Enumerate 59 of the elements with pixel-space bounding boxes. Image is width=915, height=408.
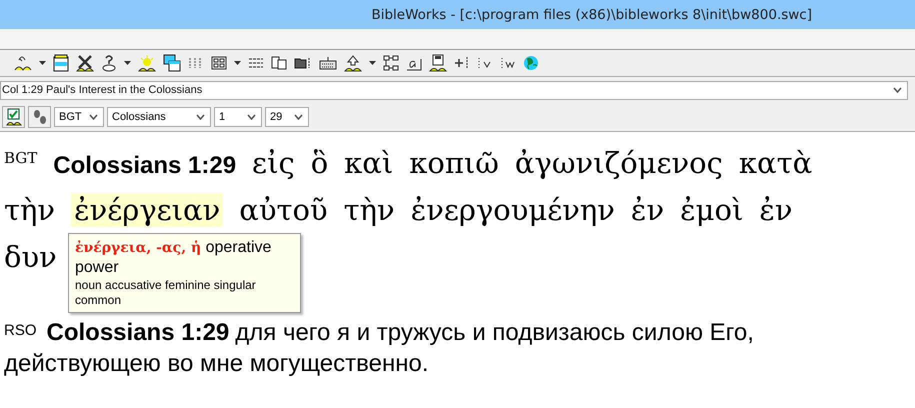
- chevron-down-icon: [89, 114, 98, 120]
- greek-word[interactable]: ἀγωνιζόμενος: [514, 146, 723, 180]
- footprints-button[interactable]: [28, 106, 51, 128]
- chevron-down-icon: [893, 87, 902, 93]
- verse-dropdown[interactable]: 29: [265, 107, 309, 127]
- tools-icon[interactable]: [76, 54, 94, 72]
- greek-word[interactable]: εἰς: [252, 146, 295, 180]
- chevron-down-icon: [247, 114, 256, 120]
- dropdown-arrow-icon[interactable]: [234, 61, 241, 65]
- greek-word[interactable]: τὴν: [4, 193, 56, 227]
- definition-text: ἐνέργεια, -ας, ἡ operative power: [75, 238, 272, 278]
- copy-icon[interactable]: [271, 56, 287, 70]
- dropdown-arrow-icon[interactable]: [39, 61, 46, 65]
- highlighted-word[interactable]: ἐνέργειαν: [71, 193, 224, 227]
- version-label: RSO: [4, 322, 37, 339]
- book-dropdown[interactable]: Colossians: [107, 107, 211, 127]
- chapter-dropdown[interactable]: 1: [214, 107, 262, 127]
- verse-text[interactable]: действующею во мне могущественно.: [4, 350, 428, 378]
- add-list-icon[interactable]: [454, 56, 470, 70]
- greek-word[interactable]: ὃ: [310, 146, 328, 180]
- sun-book-icon[interactable]: [138, 54, 156, 72]
- version-label: BGT: [4, 149, 38, 167]
- disk-book-icon[interactable]: [429, 54, 447, 72]
- greek-word[interactable]: κατὰ: [738, 146, 812, 180]
- version-dropdown[interactable]: BGT: [54, 107, 104, 127]
- windows-icon[interactable]: [163, 54, 181, 72]
- greek-word[interactable]: ἐν: [759, 193, 793, 227]
- reference-combo-box[interactable]: Col 1:29 Paul's Interest in the Colossians: [0, 80, 908, 100]
- chevron-down-icon: [294, 114, 303, 120]
- list-icon[interactable]: [248, 57, 264, 69]
- dropdown-arrow-icon[interactable]: [124, 61, 131, 65]
- checkbox-book-button[interactable]: [2, 106, 25, 128]
- greek-word[interactable]: ἐνεργουμένην: [410, 193, 615, 227]
- greek-word[interactable]: ἐν: [630, 193, 664, 227]
- window-title: BibleWorks - [c:\program files (x86)\bibleworks 8\init\bw800.swc]: [371, 6, 812, 22]
- footprints-icon: [32, 109, 48, 125]
- keyboard-icon[interactable]: [319, 56, 337, 70]
- greek-word[interactable]: αὐτοῦ: [239, 193, 328, 227]
- greek-word[interactable]: τὴν: [344, 193, 395, 227]
- parsing-text: noun accusative feminine singular common: [75, 278, 257, 308]
- list-v-icon[interactable]: [477, 56, 493, 70]
- grid-icon[interactable]: [211, 56, 227, 70]
- greek-word[interactable]: δυν: [4, 240, 57, 274]
- greek-word[interactable]: ἐμοὶ: [680, 193, 744, 227]
- chevron-down-icon: [196, 114, 205, 120]
- verse-reference: Colossians 1:29: [53, 152, 236, 180]
- dropdown-arrow-icon[interactable]: [369, 61, 376, 65]
- list-w-icon[interactable]: [500, 56, 516, 70]
- tree-icon[interactable]: [383, 55, 399, 71]
- book-alpha-icon[interactable]: [14, 54, 32, 72]
- greek-word[interactable]: καὶ: [344, 146, 394, 180]
- verse-reference: Colossians 1:29: [46, 319, 230, 347]
- help-icon[interactable]: [101, 54, 117, 72]
- panel-icon[interactable]: [53, 54, 69, 72]
- globe-icon[interactable]: [523, 55, 539, 71]
- folder-icon[interactable]: [294, 56, 312, 70]
- verse-text[interactable]: для чего я и тружусь и подвизаюсь силою Его,: [235, 319, 754, 347]
- greek-word[interactable]: κοπιῶ: [409, 146, 499, 180]
- up-arrow-book-icon[interactable]: [344, 54, 362, 72]
